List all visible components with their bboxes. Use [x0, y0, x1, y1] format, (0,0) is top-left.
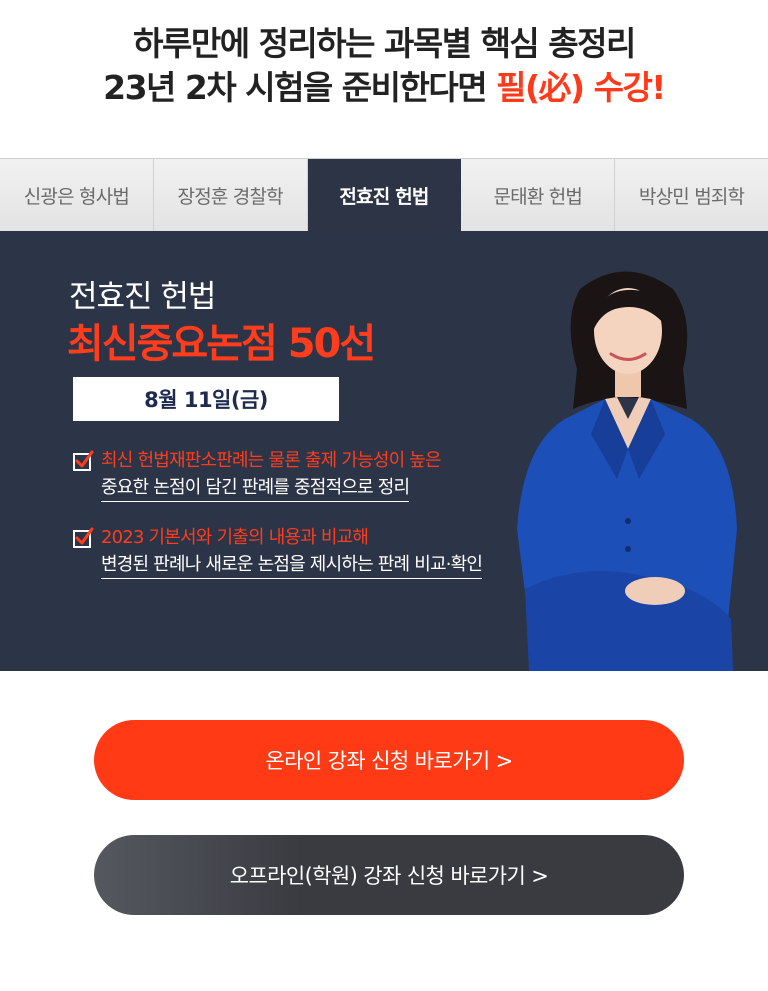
online-course-apply-button[interactable]: 온라인 강좌 신청 바로가기 > [94, 720, 684, 800]
headline-line-1: 하루만에 정리하는 과목별 핵심 총정리 [133, 24, 636, 63]
feature-point-highlight: 최신 헌법재판소판례는 물론 출제 가능성이 높은 [101, 450, 442, 471]
feature-point-detail: 중요한 논점이 담긴 판례를 중점적으로 정리 [101, 473, 410, 502]
headline-line-2-text: 23년 2차 시험을 준비한다면 [103, 68, 497, 107]
tab-police-science[interactable]: 장정훈 경찰학 [153, 159, 308, 231]
tab-criminology[interactable]: 박상민 범죄학 [615, 159, 768, 231]
feature-point-detail: 변경된 판례나 새로운 논점을 제시하는 판례 비교·확인 [101, 550, 483, 579]
offline-course-apply-button[interactable]: 오프라인(학원) 강좌 신청 바로가기 > [94, 835, 684, 915]
tab-criminal-law[interactable]: 신광은 형사법 [0, 159, 154, 231]
checkbox-icon [73, 450, 94, 471]
feature-point-highlight: 2023 기본서와 기출의 내용과 비교해 [101, 527, 369, 548]
checkbox-icon [73, 527, 94, 548]
headline: 하루만에 정리하는 과목별 핵심 총정리 23년 2차 시험을 준비한다면 필(… [0, 22, 768, 110]
banner-subtitle: 전효진 헌법 [69, 279, 216, 315]
tab-constitution-jeon[interactable]: 전효진 헌법 [307, 159, 462, 231]
headline-line-2: 23년 2차 시험을 준비한다면 필(必) 수강! [0, 66, 768, 110]
lecture-banner: 전효진 헌법 최신중요논점 50선 8월 11일(금) 최신 헌법재판소판례는 … [0, 231, 768, 671]
lecture-date: 8월 11일(금) [73, 377, 339, 421]
headline-highlight: 필(必) 수강! [496, 68, 666, 107]
instructor-photo [517, 271, 737, 671]
tab-constitution-moon[interactable]: 문태환 헌법 [461, 159, 616, 231]
instructor-tabs: 신광은 형사법 장정훈 경찰학 전효진 헌법 문태환 헌법 박상민 범죄학 [0, 158, 768, 231]
banner-title: 최신중요논점 50선 [67, 321, 376, 367]
